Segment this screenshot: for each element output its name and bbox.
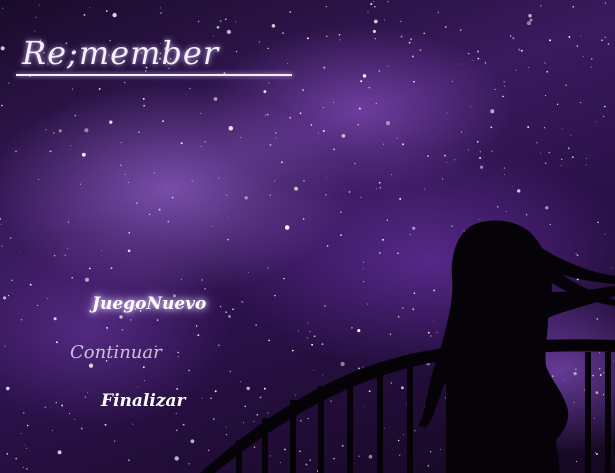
game-title: Re;member <box>22 34 220 72</box>
game-logo: Re;member <box>16 34 296 84</box>
title-screen: Re;member JuegoNuevo Continuar Finalizar <box>0 0 615 473</box>
menu-exit-button[interactable]: Finalizar <box>101 391 185 411</box>
menu-continue-button[interactable]: Continuar <box>70 342 162 363</box>
title-underline <box>16 74 292 76</box>
menu-new-game-button[interactable]: JuegoNuevo <box>92 294 206 314</box>
